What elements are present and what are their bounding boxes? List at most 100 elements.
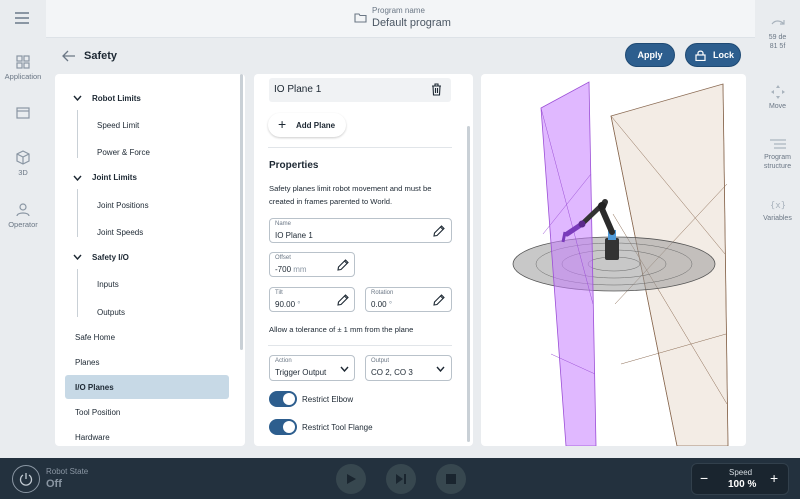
properties-description: Safety planes limit robot movement and m…	[269, 184, 432, 206]
rail-item-variables[interactable]: {x} Variables	[755, 199, 800, 223]
bottom-bar: Robot State Off − Speed 100 % +	[0, 458, 800, 499]
pencil-icon[interactable]	[337, 294, 349, 306]
nav-group-robot-limits[interactable]: Robot Limits	[92, 94, 141, 103]
nav-group-safety-io[interactable]: Safety I/O	[92, 253, 129, 262]
nav-item-safe-home[interactable]: Safe Home	[75, 333, 115, 342]
list-icon	[769, 139, 786, 149]
tree-connector	[77, 189, 78, 237]
apply-button[interactable]: Apply	[625, 43, 675, 67]
tilt-field[interactable]: Tilt 90.00 °	[269, 287, 355, 312]
speed-label: Speed	[729, 468, 753, 477]
rail-item-move[interactable]: Move	[755, 85, 800, 111]
pencil-icon[interactable]	[337, 259, 349, 271]
action-select-value: Trigger Output	[275, 368, 327, 377]
step-button[interactable]	[386, 464, 416, 494]
rail-item-window[interactable]	[0, 107, 46, 122]
power-button[interactable]	[12, 465, 40, 493]
page-title: Safety	[84, 50, 118, 62]
rail-item-handguide[interactable]: 59 de 81 5f	[755, 18, 800, 51]
rail-label-operator: Operator	[8, 220, 38, 229]
restrict-tool-flange-toggle[interactable]	[269, 419, 297, 435]
trash-icon[interactable]	[431, 83, 442, 96]
nav-scrollbar[interactable]	[240, 74, 243, 350]
robot-state-label: Robot State	[46, 467, 89, 476]
tilt-field-unit: °	[297, 300, 301, 309]
lock-label: Lock	[713, 50, 735, 60]
restrict-elbow-toggle[interactable]	[269, 391, 297, 407]
add-plane-button[interactable]: + Add Plane	[268, 113, 346, 137]
rail-item-operator[interactable]: Operator	[0, 203, 46, 229]
speed-increase-button[interactable]: +	[770, 470, 778, 486]
add-plane-label: Add Plane	[296, 121, 336, 130]
properties-scrollbar[interactable]	[467, 126, 470, 442]
toggle-knob	[283, 421, 295, 433]
nav-item-joint-positions[interactable]: Joint Positions	[97, 201, 149, 210]
back-arrow-icon[interactable]	[62, 50, 76, 62]
hamburger-menu-icon[interactable]	[15, 12, 29, 27]
grid-icon	[16, 55, 30, 69]
plus-icon: +	[278, 116, 287, 132]
offset-field-value-wrap: -700 mm	[275, 265, 307, 274]
nav-item-planes[interactable]: Planes	[75, 358, 99, 367]
rail-label-handguide: 59 de 81 5f	[768, 34, 787, 50]
output-select-value: CO 2, CO 3	[371, 368, 413, 377]
divider	[268, 147, 452, 148]
rotation-field[interactable]: Rotation 0.00 °	[365, 287, 452, 312]
nav-item-outputs[interactable]: Outputs	[97, 308, 125, 317]
offset-field-value: -700	[275, 265, 292, 274]
rotation-field-value: 0.00	[371, 300, 387, 309]
stop-button[interactable]	[436, 464, 466, 494]
pencil-icon[interactable]	[433, 294, 445, 306]
plane-properties-panel: IO Plane 1 + Add Plane Properties Safety…	[254, 74, 473, 446]
nav-group-joint-limits[interactable]: Joint Limits	[92, 173, 137, 182]
offset-field[interactable]: Offset -700 mm	[269, 252, 355, 277]
offset-field-label: Offset	[275, 255, 291, 261]
nav-item-speed-limit[interactable]: Speed Limit	[97, 121, 139, 130]
name-field[interactable]: Name IO Plane 1	[269, 218, 452, 243]
window-icon	[16, 107, 30, 119]
properties-title: Properties	[269, 160, 319, 171]
play-button[interactable]	[336, 464, 366, 494]
rotation-field-unit: °	[388, 300, 393, 309]
action-select-label: Action	[275, 358, 292, 364]
chevron-down-icon[interactable]	[73, 175, 82, 181]
rail-item-application[interactable]: Application	[0, 55, 46, 81]
nav-item-inputs[interactable]: Inputs	[97, 280, 119, 289]
rail-item-program-structure[interactable]: Program structure	[755, 138, 800, 171]
rotation-field-label: Rotation	[371, 290, 394, 296]
lock-icon	[695, 50, 706, 61]
tree-connector	[77, 110, 78, 158]
chevron-down-icon	[436, 366, 445, 372]
program-name-value: Default program	[372, 17, 451, 29]
plane-header: IO Plane 1	[269, 78, 451, 102]
nav-item-tool-position[interactable]: Tool Position	[75, 408, 120, 417]
left-rail: Application 3D Operator	[0, 0, 46, 458]
variable-icon: {x}	[771, 201, 785, 211]
pencil-icon[interactable]	[433, 225, 445, 237]
output-select-label: Output	[371, 358, 390, 364]
rail-label-application: Application	[4, 72, 42, 81]
nav-item-power-force[interactable]: Power & Force	[97, 148, 150, 157]
restrict-elbow-label: Restrict Elbow	[302, 395, 354, 404]
safety-nav-panel: Robot Limits Speed Limit Power & Force J…	[55, 74, 245, 446]
output-select[interactable]: Output CO 2, CO 3	[365, 355, 452, 381]
rail-label-program-structure: Program structure	[763, 154, 792, 170]
toggle-knob	[283, 393, 295, 405]
right-rail: 59 de 81 5f Move Program structure {x} V…	[755, 0, 800, 458]
tolerance-note: Allow a tolerance of ± 1 mm from the pla…	[269, 325, 414, 334]
lock-button[interactable]: Lock	[685, 43, 741, 67]
rail-item-3d[interactable]: 3D	[0, 150, 46, 177]
chevron-down-icon[interactable]	[73, 254, 82, 260]
svg-text:{x}: {x}	[771, 201, 785, 211]
program-name-label: Program name	[372, 6, 425, 15]
speed-decrease-button[interactable]: −	[700, 470, 708, 486]
action-select[interactable]: Action Trigger Output	[269, 355, 355, 381]
nav-item-hardware[interactable]: Hardware	[75, 433, 110, 442]
nav-item-joint-speeds[interactable]: Joint Speeds	[97, 228, 143, 237]
tree-connector	[77, 269, 78, 317]
chevron-down-icon[interactable]	[73, 95, 82, 101]
3d-viewport[interactable]	[481, 74, 746, 446]
3d-scene	[512, 81, 729, 446]
rail-label-move: Move	[768, 103, 787, 110]
move-icon	[770, 85, 785, 99]
